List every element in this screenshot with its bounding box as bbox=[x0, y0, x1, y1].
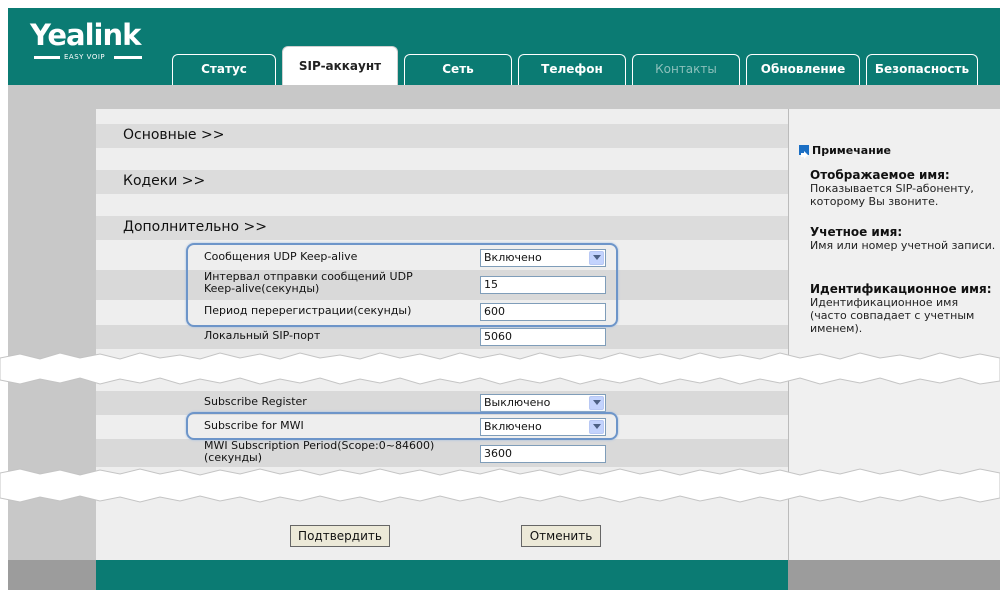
subscribe-register-select[interactable]: Выключено bbox=[480, 394, 606, 412]
logo-tagline: EASY VOIP bbox=[34, 53, 144, 61]
note-auth-name-text: Идентификационное имя (часто совпадает с… bbox=[810, 296, 975, 335]
note-display-name-text: Показывается SIP-абоненту, которому Вы з… bbox=[810, 182, 974, 208]
chevron-down-icon[interactable] bbox=[589, 396, 604, 410]
logo-text: Yealink bbox=[30, 18, 141, 52]
yealink-logo: Yealink EASY VOIP bbox=[30, 18, 150, 68]
sub-navigation-bar bbox=[8, 85, 1000, 109]
footer-right bbox=[788, 560, 1000, 590]
cancel-button[interactable]: Отменить bbox=[521, 525, 601, 547]
highlight-mwi-row bbox=[186, 412, 618, 440]
torn-edge-separator bbox=[0, 468, 1000, 503]
mwi-period-label: MWI Subscription Period(Scope:0~84600) (… bbox=[204, 439, 435, 464]
tab-contacts[interactable]: Контакты bbox=[632, 54, 740, 85]
tab-status[interactable]: Статус bbox=[172, 54, 276, 85]
tab-phone[interactable]: Телефон bbox=[518, 54, 626, 85]
note-display-name-title: Отображаемое имя: bbox=[810, 168, 950, 182]
footer-left bbox=[8, 560, 96, 590]
note-account-name-text: Имя или номер учетной записи. bbox=[810, 239, 996, 252]
tab-network[interactable]: Сеть bbox=[404, 54, 512, 85]
section-advanced[interactable]: Дополнительно >> bbox=[96, 216, 788, 240]
subscribe-register-label: Subscribe Register bbox=[204, 395, 307, 408]
confirm-button[interactable]: Подтвердить bbox=[290, 525, 390, 547]
section-codecs-label: Кодеки >> bbox=[123, 173, 206, 189]
highlight-keepalive-group bbox=[186, 243, 618, 327]
note-account-name-title: Учетное имя: bbox=[810, 225, 903, 239]
section-advanced-label: Дополнительно >> bbox=[123, 219, 268, 235]
local-port-label: Локальный SIP-порт bbox=[204, 329, 321, 342]
note-heading: Примечание bbox=[812, 144, 891, 157]
row-local-port: Локальный SIP-порт 5060 bbox=[96, 325, 788, 349]
torn-edge-separator bbox=[0, 352, 1000, 385]
tab-security[interactable]: Безопасность bbox=[866, 54, 978, 85]
footer-bar bbox=[96, 560, 788, 590]
section-codecs[interactable]: Кодеки >> bbox=[96, 170, 788, 194]
row-mwi-period: MWI Subscription Period(Scope:0~84600) (… bbox=[96, 439, 788, 467]
tab-upgrade[interactable]: Обновление bbox=[746, 54, 860, 85]
tab-sip-account[interactable]: SIP-аккаунт bbox=[282, 46, 398, 85]
tagline-text: EASY VOIP bbox=[64, 53, 106, 61]
arrow-right-icon bbox=[799, 145, 809, 159]
section-basic[interactable]: Основные >> bbox=[96, 124, 788, 148]
local-port-input[interactable]: 5060 bbox=[480, 328, 606, 346]
note-auth-name-title: Идентификационное имя: bbox=[810, 282, 992, 296]
mwi-period-input[interactable]: 3600 bbox=[480, 445, 606, 463]
subscribe-register-value: Выключено bbox=[484, 396, 551, 409]
section-basic-label: Основные >> bbox=[123, 127, 225, 143]
header-bar: Yealink EASY VOIP Статус SIP-аккаунт Сет… bbox=[8, 8, 1000, 85]
